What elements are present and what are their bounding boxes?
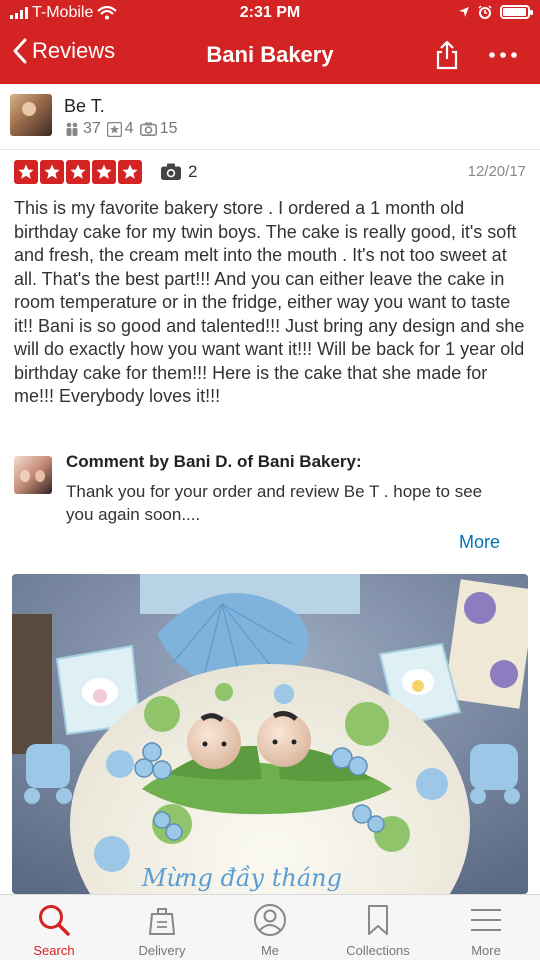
friends-count: 37: [83, 120, 101, 137]
more-options-button[interactable]: [488, 40, 518, 75]
status-bar: T-Mobile 2:31 PM: [0, 0, 540, 28]
tab-search-label: Search: [33, 943, 75, 958]
reviews-count: 4: [124, 120, 134, 137]
rating-star-icon: [92, 160, 116, 184]
rating-star-icon: [40, 160, 64, 184]
menu-icon: [471, 909, 501, 931]
business-owner-avatar[interactable]: [14, 456, 52, 494]
tab-delivery-label: Delivery: [138, 943, 186, 958]
tab-collections[interactable]: Collections: [324, 895, 432, 960]
rating-star-icon: [66, 160, 90, 184]
photos-count: 15: [159, 120, 178, 137]
reviews-stat: 4: [106, 120, 134, 138]
tab-delivery[interactable]: Delivery: [108, 895, 216, 960]
tab-collections-label: Collections: [346, 943, 410, 958]
rating-star-icon: [118, 160, 142, 184]
status-right: [458, 5, 533, 19]
friends-stat: 37: [64, 120, 101, 138]
review-photo[interactable]: Mừng đầy tháng: [12, 574, 528, 894]
friends-icon: [66, 122, 78, 136]
owner-comment-text: Thank you for your order and review Be T…: [66, 482, 483, 524]
review-photo-count[interactable]: 2: [160, 162, 197, 182]
reviewer-avatar[interactable]: [10, 94, 52, 136]
battery-icon: [500, 5, 533, 19]
camera-icon: [161, 163, 181, 180]
share-icon: [436, 40, 458, 70]
tab-me-label: Me: [260, 943, 280, 958]
rating-star-icon: [14, 160, 38, 184]
bookmark-icon: [368, 905, 388, 935]
profile-icon: [254, 904, 286, 936]
photos-stat: 15: [139, 120, 178, 138]
review-text: This is my favorite bakery store . I ord…: [14, 198, 525, 406]
reviewer-stats: 37 4 15: [64, 120, 178, 138]
more-link[interactable]: More: [459, 532, 500, 553]
ellipsis-icon: [489, 52, 517, 58]
top-bar: T-Mobile 2:31 PM Reviews Bani Bakery: [0, 0, 540, 84]
tab-more-label: More: [471, 943, 501, 958]
reviewer-header[interactable]: Be T. 37 4 15: [0, 84, 540, 150]
cake-lettering: Mừng đầy tháng: [141, 864, 342, 892]
owner-comment-title: Comment by Bani D. of Bani Bakery:: [66, 452, 362, 471]
review-star-icon: [106, 121, 122, 137]
alarm-icon: [478, 5, 492, 19]
star-rating: [14, 160, 144, 184]
location-icon: [459, 7, 469, 17]
delivery-bag-icon: [148, 908, 176, 935]
review-date: 12/20/17: [467, 163, 526, 180]
camera-icon: [139, 122, 157, 136]
cake-photo-image: Mừng đầy tháng: [12, 574, 528, 894]
search-icon: [39, 905, 70, 936]
tab-more[interactable]: More: [432, 895, 540, 960]
bottom-tab-bar: Search Delivery Me Collections More: [0, 894, 540, 960]
share-button[interactable]: [436, 40, 458, 75]
page-title: Bani Bakery: [206, 42, 334, 67]
tab-me[interactable]: Me: [216, 895, 324, 960]
tab-search[interactable]: Search: [0, 895, 108, 960]
navigation-bar: Reviews Bani Bakery: [0, 28, 540, 84]
reviewer-name[interactable]: Be T.: [64, 96, 105, 117]
review-photo-count-label: 2: [188, 162, 198, 181]
